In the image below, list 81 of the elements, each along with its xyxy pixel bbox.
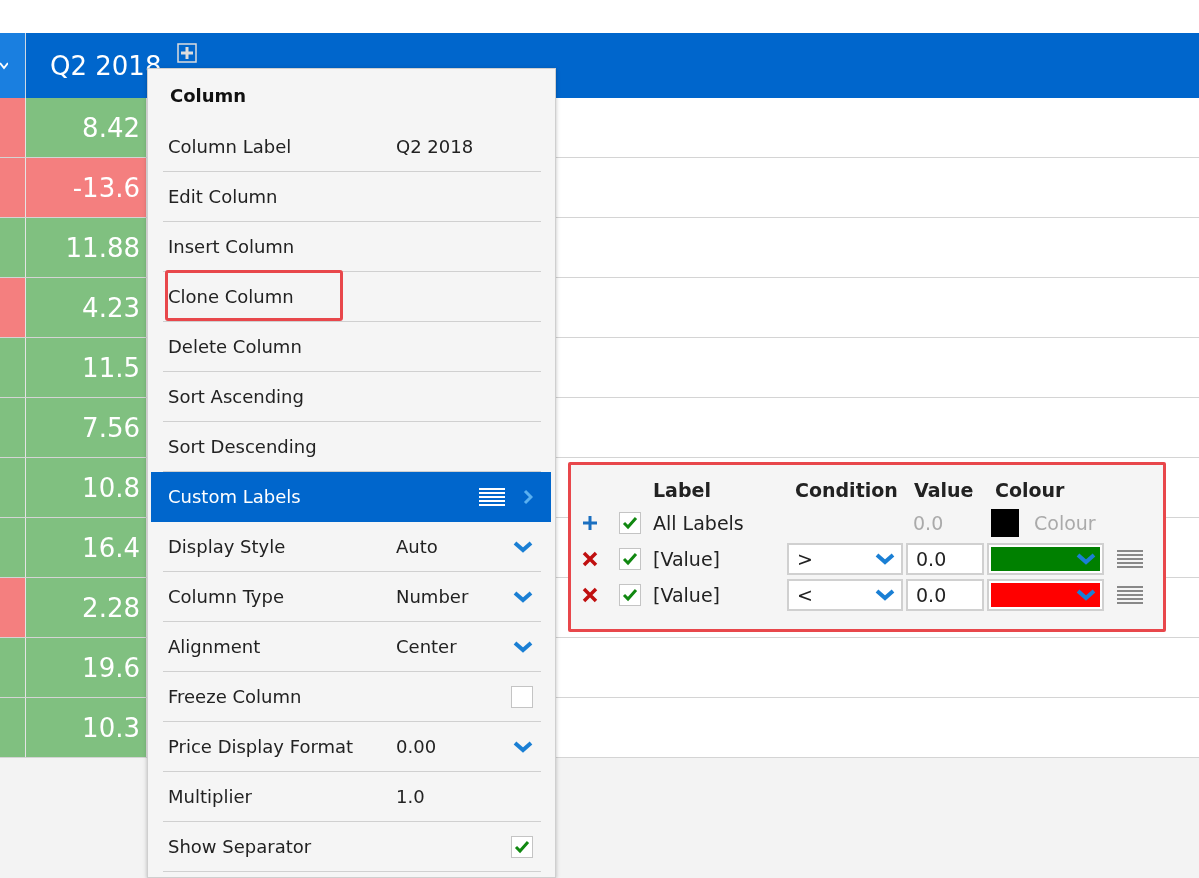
menu-item-value: Auto xyxy=(396,536,439,557)
menu-item-value: Number xyxy=(396,586,470,607)
add-column-icon[interactable] xyxy=(177,42,198,63)
menu-item[interactable]: Freeze Column xyxy=(163,672,541,722)
menu-item-value: Q2 2018 xyxy=(396,136,475,157)
menu-item[interactable]: Edit Column xyxy=(163,172,541,222)
menu-item-label: Price Display Format xyxy=(168,736,355,757)
delete-icon[interactable] xyxy=(582,587,598,603)
condition-dropdown[interactable]: < xyxy=(787,579,903,611)
table-cell: 19.6 xyxy=(26,638,147,697)
menu-item[interactable]: Insert Column xyxy=(163,222,541,272)
menu-item-value: 1.0 xyxy=(396,786,426,807)
condition-dropdown[interactable]: > xyxy=(787,543,903,575)
chevron-down-icon[interactable] xyxy=(513,540,533,553)
chevron-icon xyxy=(0,60,8,71)
table-cell: 10.8 xyxy=(26,458,147,517)
menu-item-label: Clone Column xyxy=(168,286,295,307)
delete-icon[interactable] xyxy=(582,551,598,567)
chevron-down-icon[interactable] xyxy=(513,740,533,753)
value-field[interactable]: 0.0 xyxy=(906,579,984,611)
chevron-down-icon[interactable] xyxy=(875,553,895,565)
table-cell: 8.42 xyxy=(26,98,147,157)
value-text: 0.0 xyxy=(912,512,945,534)
colour-swatch[interactable] xyxy=(991,509,1019,537)
checkbox[interactable] xyxy=(619,584,641,606)
menu-item[interactable]: Delete Column xyxy=(163,322,541,372)
table-cell: 10.3 xyxy=(26,698,147,757)
checkbox[interactable] xyxy=(619,548,641,570)
menu-item-value: Center xyxy=(396,636,458,657)
menu-item[interactable]: Column Type Number xyxy=(163,572,541,622)
checkbox[interactable] xyxy=(511,835,533,858)
table-cell: 7.56 xyxy=(26,398,147,457)
table-cell: 11.5 xyxy=(26,338,147,397)
chevron-down-icon[interactable] xyxy=(875,589,895,601)
checkbox[interactable] xyxy=(511,685,533,708)
table-cell: 16.4 xyxy=(26,518,147,577)
colour-placeholder: Colour xyxy=(1033,512,1096,534)
table-cell: 11.88 xyxy=(26,218,147,277)
menu-item-label: Show Separator xyxy=(168,836,313,857)
table-cell: 2.28 xyxy=(26,578,147,637)
label-text: [Value] xyxy=(652,548,721,570)
menu-item[interactable]: Multiplier 1.0 xyxy=(163,772,541,822)
column-heading: Condition xyxy=(794,479,899,501)
drag-handle-icon[interactable] xyxy=(1117,549,1143,569)
label-text: All Labels xyxy=(652,512,745,534)
menu-item-label: Freeze Column xyxy=(168,686,303,707)
menu-item-label: Alignment xyxy=(168,636,262,657)
list-icon xyxy=(479,487,505,506)
chevron-down-icon[interactable] xyxy=(513,590,533,603)
menu-item[interactable]: Display Style Auto xyxy=(163,522,541,572)
value-field[interactable]: 0.0 xyxy=(906,543,984,575)
table-cell: -13.6 xyxy=(26,158,147,217)
menu-item-value: 0.00 xyxy=(396,736,438,757)
menu-item-label: Custom Labels xyxy=(168,486,302,507)
menu-item-label: Multiplier xyxy=(168,786,253,807)
chevron-right-icon xyxy=(523,488,533,505)
menu-title: Column xyxy=(169,84,248,108)
menu-item-label: Edit Column xyxy=(168,186,279,207)
column-heading: Colour xyxy=(994,479,1066,501)
menu-item[interactable]: Alignment Center xyxy=(163,622,541,672)
menu-item-label: Display Style xyxy=(168,536,287,557)
add-icon[interactable] xyxy=(582,515,598,531)
column-heading: Label xyxy=(652,479,712,501)
menu-item-label: Column Type xyxy=(168,586,285,607)
drag-handle-icon[interactable] xyxy=(1117,585,1143,605)
menu-item[interactable]: Custom Labels xyxy=(151,472,551,522)
menu-item[interactable]: Price Display Format 0.00 xyxy=(163,722,541,772)
label-text: [Value] xyxy=(652,584,721,606)
chevron-down-icon[interactable] xyxy=(513,640,533,653)
menu-item-label: Insert Column xyxy=(168,236,296,257)
menu-item[interactable]: Sort Ascending xyxy=(163,372,541,422)
menu-item[interactable]: Show Separator xyxy=(163,822,541,872)
column-heading: Value xyxy=(913,479,975,501)
menu-item[interactable]: Clone Column xyxy=(163,272,541,322)
menu-item-label: Sort Ascending xyxy=(168,386,305,407)
menu-item-label: Delete Column xyxy=(168,336,303,357)
menu-item-label: Column Label xyxy=(168,136,293,157)
menu-item[interactable]: Column Label Q2 2018 xyxy=(163,122,541,172)
table-cell: 4.23 xyxy=(26,278,147,337)
menu-item-label: Sort Descending xyxy=(168,436,318,457)
checkbox[interactable] xyxy=(619,512,641,534)
